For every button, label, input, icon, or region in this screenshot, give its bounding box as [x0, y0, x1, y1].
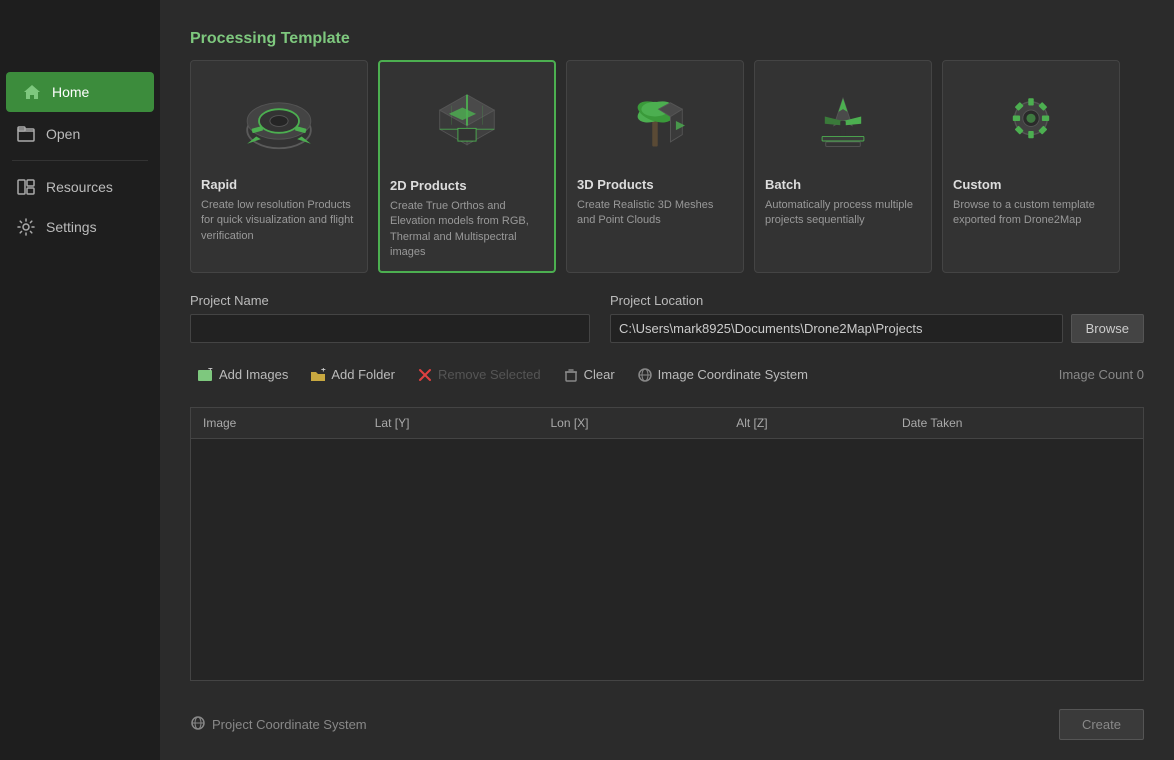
- sidebar-item-settings-label: Settings: [46, 219, 97, 235]
- table-header-row: Image Lat [Y] Lon [X] Alt [Z] Date Taken: [191, 408, 1143, 439]
- template-card-rapid[interactable]: Rapid Create low resolution Products for…: [190, 60, 368, 273]
- project-info-row: Project Name Project Location Browse: [190, 293, 1144, 343]
- home-icon: [22, 82, 42, 102]
- batch-card-icon-area: [765, 71, 921, 171]
- custom-card-icon-area: [953, 71, 1109, 171]
- remove-selected-button[interactable]: Remove Selected: [409, 363, 549, 387]
- sidebar: Home Open Resources Set: [0, 0, 160, 760]
- project-location-row: Browse: [610, 314, 1144, 343]
- project-name-section: Project Name: [190, 293, 590, 343]
- 3d-card-icon-area: [577, 71, 733, 171]
- sidebar-item-settings[interactable]: Settings: [0, 207, 160, 247]
- settings-icon: [16, 217, 36, 237]
- browse-button[interactable]: Browse: [1071, 314, 1144, 343]
- image-count-value: 0: [1137, 367, 1144, 382]
- custom-card-title: Custom: [953, 177, 1109, 192]
- project-location-section: Project Location Browse: [610, 293, 1144, 343]
- image-table: Image Lat [Y] Lon [X] Alt [Z] Date Taken: [191, 408, 1143, 439]
- template-card-batch[interactable]: Batch Automatically process multiple pro…: [754, 60, 932, 273]
- add-folder-label: Add Folder: [331, 367, 395, 382]
- batch-card-desc: Automatically process multiple projects …: [765, 198, 921, 229]
- clear-button[interactable]: Clear: [555, 363, 623, 387]
- remove-selected-icon: [417, 367, 433, 383]
- template-cards: Rapid Create low resolution Products for…: [190, 60, 1144, 273]
- image-count: Image Count 0: [1059, 367, 1144, 382]
- 3d-products-icon: [605, 76, 705, 166]
- add-folder-button[interactable]: + Add Folder: [302, 363, 403, 387]
- sidebar-item-home-label: Home: [52, 84, 89, 100]
- image-toolbar: + Add Images + Add Folder Remove Select: [190, 363, 1144, 387]
- bottom-bar: Project Coordinate System Create: [190, 701, 1144, 740]
- 3d-card-desc: Create Realistic 3D Meshes and Point Clo…: [577, 198, 733, 229]
- create-button[interactable]: Create: [1059, 709, 1144, 740]
- 2d-card-desc: Create True Orthos and Elevation models …: [390, 199, 544, 261]
- main-content: Processing Template: [160, 0, 1174, 760]
- rapid-card-desc: Create low resolution Products for quick…: [201, 198, 357, 244]
- project-name-input[interactable]: [190, 314, 590, 343]
- processing-template-title: Processing Template: [190, 30, 1144, 48]
- rapid-icon: [229, 76, 329, 166]
- 3d-card-title: 3D Products: [577, 177, 733, 192]
- rapid-card-title: Rapid: [201, 177, 357, 192]
- image-coordinate-button[interactable]: Image Coordinate System: [629, 363, 816, 387]
- clear-icon: [563, 367, 579, 383]
- col-lat: Lat [Y]: [363, 408, 539, 439]
- sidebar-item-resources[interactable]: Resources: [0, 167, 160, 207]
- template-card-custom[interactable]: Custom Browse to a custom template expor…: [942, 60, 1120, 273]
- custom-icon: [981, 76, 1081, 166]
- add-folder-icon: +: [310, 367, 326, 383]
- coord-globe-icon: [190, 715, 206, 734]
- resources-icon: [16, 177, 36, 197]
- svg-text:+: +: [321, 368, 326, 374]
- col-date: Date Taken: [890, 408, 1143, 439]
- project-location-input[interactable]: [610, 314, 1063, 343]
- open-icon: [16, 124, 36, 144]
- batch-card-title: Batch: [765, 177, 921, 192]
- remove-selected-label: Remove Selected: [438, 367, 541, 382]
- project-location-label: Project Location: [610, 293, 1144, 308]
- image-count-label: Image Count: [1059, 367, 1133, 382]
- 2d-card-icon-area: [390, 72, 544, 172]
- template-card-2d-products[interactable]: 2D Products Create True Orthos and Eleva…: [378, 60, 556, 273]
- add-images-icon: +: [198, 367, 214, 383]
- project-name-label: Project Name: [190, 293, 590, 308]
- coord-system-label: Project Coordinate System: [212, 717, 367, 732]
- template-card-3d-products[interactable]: 3D Products Create Realistic 3D Meshes a…: [566, 60, 744, 273]
- col-alt: Alt [Z]: [724, 408, 890, 439]
- 2d-card-title: 2D Products: [390, 178, 544, 193]
- col-lon: Lon [X]: [538, 408, 724, 439]
- image-table-container[interactable]: Image Lat [Y] Lon [X] Alt [Z] Date Taken: [190, 407, 1144, 681]
- custom-card-desc: Browse to a custom template exported fro…: [953, 198, 1109, 229]
- globe-icon: [637, 367, 653, 383]
- sidebar-divider: [12, 160, 148, 161]
- add-images-label: Add Images: [219, 367, 288, 382]
- image-coordinate-label: Image Coordinate System: [658, 367, 808, 382]
- rapid-card-icon-area: [201, 71, 357, 171]
- add-images-button[interactable]: + Add Images: [190, 363, 296, 387]
- col-image: Image: [191, 408, 363, 439]
- sidebar-item-home[interactable]: Home: [6, 72, 154, 112]
- 2d-products-icon: [417, 77, 517, 167]
- sidebar-item-resources-label: Resources: [46, 179, 113, 195]
- processing-template-section: Processing Template: [190, 30, 1144, 273]
- sidebar-item-open[interactable]: Open: [0, 114, 160, 154]
- sidebar-item-open-label: Open: [46, 126, 80, 142]
- clear-label: Clear: [584, 367, 615, 382]
- batch-icon: [793, 76, 893, 166]
- project-coordinate-system[interactable]: Project Coordinate System: [190, 715, 367, 734]
- svg-text:+: +: [208, 368, 213, 373]
